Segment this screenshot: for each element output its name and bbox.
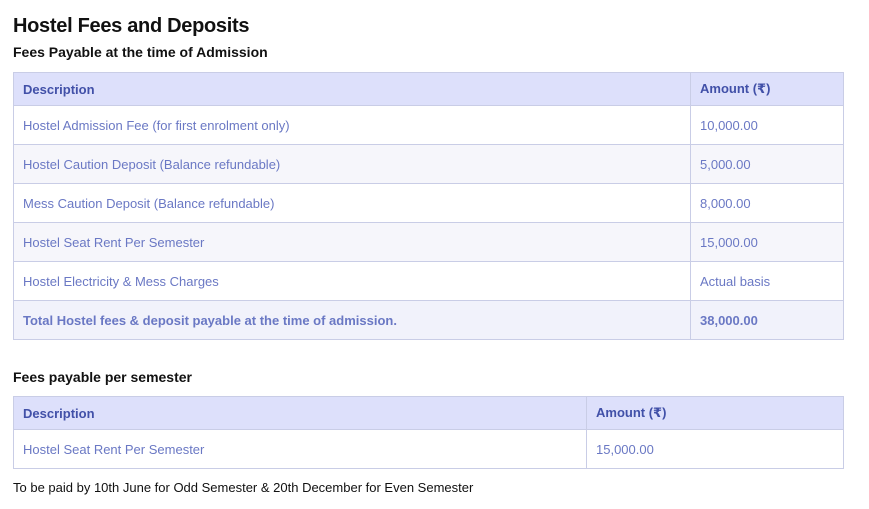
page: Hostel Fees and Deposits Fees Payable at… bbox=[0, 0, 869, 497]
table-header-row: Description Amount (₹) bbox=[13, 72, 844, 106]
semester-section-title: Fees payable per semester bbox=[13, 369, 192, 385]
table-row: Hostel Admission Fee (for first enrolmen… bbox=[13, 105, 844, 145]
admission-section-title: Fees Payable at the time of Admission bbox=[13, 44, 268, 60]
row-description: Hostel Admission Fee (for first enrolmen… bbox=[13, 105, 691, 145]
row-description: Hostel Seat Rent Per Semester bbox=[13, 429, 587, 469]
table-row: Hostel Seat Rent Per Semester 15,000.00 bbox=[13, 429, 844, 469]
row-amount: 15,000.00 bbox=[690, 222, 844, 262]
row-amount: 5,000.00 bbox=[690, 144, 844, 184]
table-row: Mess Caution Deposit (Balance refundable… bbox=[13, 183, 844, 223]
row-amount: 8,000.00 bbox=[690, 183, 844, 223]
table-row: Hostel Caution Deposit (Balance refundab… bbox=[13, 144, 844, 184]
row-amount: 10,000.00 bbox=[690, 105, 844, 145]
total-description: Total Hostel fees & deposit payable at t… bbox=[13, 300, 691, 340]
total-row: Total Hostel fees & deposit payable at t… bbox=[13, 300, 844, 340]
admission-fees-table: Description Amount (₹) Hostel Admission … bbox=[13, 72, 844, 340]
table-header-row: Description Amount (₹) bbox=[13, 396, 844, 430]
column-header-amount: Amount (₹) bbox=[586, 396, 844, 430]
table-row: Hostel Seat Rent Per Semester 15,000.00 bbox=[13, 222, 844, 262]
semester-fees-table: Description Amount (₹) Hostel Seat Rent … bbox=[13, 396, 844, 469]
payment-deadline-note: To be paid by 10th June for Odd Semester… bbox=[13, 480, 474, 495]
row-amount: 15,000.00 bbox=[586, 429, 844, 469]
table-row: Hostel Electricity & Mess Charges Actual… bbox=[13, 261, 844, 301]
column-header-description: Description bbox=[13, 72, 691, 106]
page-title: Hostel Fees and Deposits bbox=[13, 15, 250, 37]
total-amount: 38,000.00 bbox=[690, 300, 844, 340]
row-description: Hostel Electricity & Mess Charges bbox=[13, 261, 691, 301]
column-header-description: Description bbox=[13, 396, 587, 430]
column-header-amount: Amount (₹) bbox=[690, 72, 844, 106]
row-description: Mess Caution Deposit (Balance refundable… bbox=[13, 183, 691, 223]
row-description: Hostel Caution Deposit (Balance refundab… bbox=[13, 144, 691, 184]
row-amount: Actual basis bbox=[690, 261, 844, 301]
row-description: Hostel Seat Rent Per Semester bbox=[13, 222, 691, 262]
